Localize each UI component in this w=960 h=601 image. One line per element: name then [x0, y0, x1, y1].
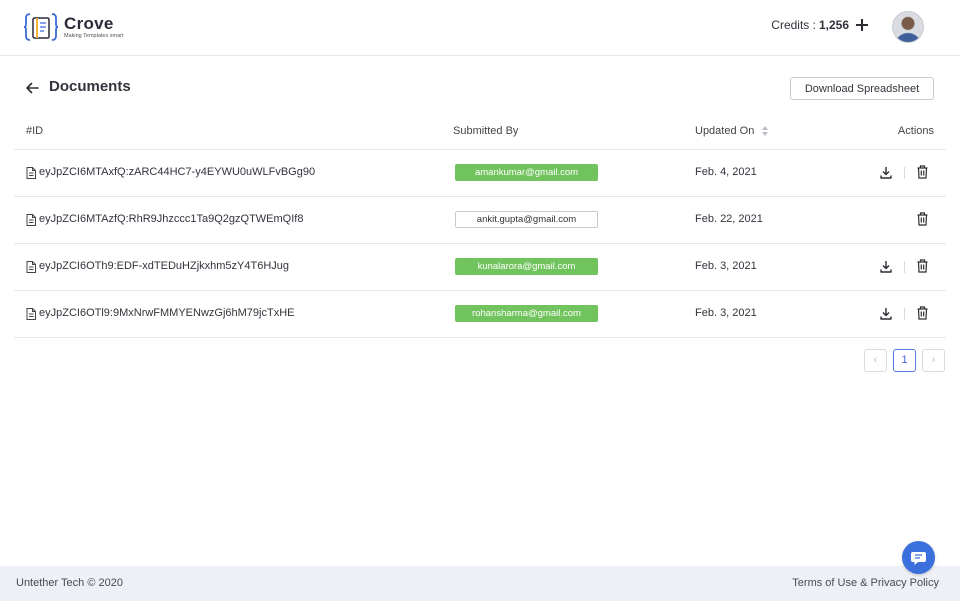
table-row: eyJpZCI6OTh9:EDF-xdTEDuHZjkxhm5zY4T6HJug…	[14, 244, 946, 291]
document-icon	[26, 214, 36, 226]
trash-icon[interactable]	[917, 212, 928, 226]
footer-copyright: Untether Tech © 2020	[16, 577, 123, 589]
column-header-updated-on-label: Updated On	[695, 125, 755, 137]
submitter-email-badge: rohansharma@gmail.com	[455, 305, 598, 322]
document-icon	[26, 261, 36, 273]
pagination-next-button[interactable]: ›	[922, 349, 945, 372]
download-icon[interactable]	[880, 166, 892, 179]
document-icon	[26, 167, 36, 179]
pagination-page-1[interactable]: 1	[893, 349, 916, 372]
submitter-email-badge: ankit.gupta@gmail.com	[455, 211, 598, 228]
table-row: eyJpZCI6OTl9:9MxNrwFMMYENwzGj6hM79jcTxHE…	[14, 291, 946, 338]
submitter-email-badge: kunalarora@gmail.com	[455, 258, 598, 275]
document-icon	[26, 308, 36, 320]
updated-date: Feb. 4, 2021	[695, 166, 757, 178]
plus-icon[interactable]	[855, 18, 869, 32]
action-divider	[904, 308, 905, 320]
column-header-id: #ID	[26, 125, 44, 137]
footer-terms-link[interactable]: Terms of Use & Privacy Policy	[792, 577, 939, 589]
chat-icon	[911, 552, 926, 565]
footer: Untether Tech © 2020 Terms of Use & Priv…	[0, 566, 960, 601]
trash-icon[interactable]	[917, 165, 928, 179]
column-header-actions: Actions	[897, 125, 934, 137]
table-row: eyJpZCI6MTAxfQ:zARC44HC7-y4EYWU0uWLFvBGg…	[14, 150, 946, 197]
table-row: eyJpZCI6MTAzfQ:RhR9Jhzccc1Ta9Q2gzQTWEmQI…	[14, 197, 946, 244]
download-icon[interactable]	[880, 307, 892, 320]
updated-date: Feb. 3, 2021	[695, 307, 757, 319]
credits-label: Credits :	[771, 18, 816, 32]
brand-logo[interactable]: Crove Making Templates smart	[24, 10, 124, 44]
column-header-submitted-by: Submitted By	[453, 125, 519, 137]
credits: Credits : 1,256	[771, 18, 869, 32]
action-divider	[904, 261, 905, 273]
updated-date: Feb. 3, 2021	[695, 260, 757, 272]
sort-icon[interactable]	[762, 125, 769, 137]
document-id-link[interactable]: eyJpZCI6MTAzfQ:RhR9Jhzccc1Ta9Q2gzQTWEmQI…	[39, 213, 303, 225]
chat-widget-button[interactable]	[902, 541, 935, 574]
trash-icon[interactable]	[917, 306, 928, 320]
download-spreadsheet-button[interactable]: Download Spreadsheet	[790, 77, 934, 100]
column-header-updated-on[interactable]: Updated On	[695, 125, 769, 137]
crove-book-logo-icon	[24, 13, 58, 41]
credits-value: 1,256	[818, 18, 849, 32]
action-divider	[904, 167, 905, 179]
top-header: Crove Making Templates smart Credits : 1…	[0, 0, 960, 56]
page-title: Documents	[49, 78, 131, 95]
document-id-link[interactable]: eyJpZCI6OTl9:9MxNrwFMMYENwzGj6hM79jcTxHE	[39, 307, 294, 319]
document-id-link[interactable]: eyJpZCI6MTAxfQ:zARC44HC7-y4EYWU0uWLFvBGg…	[39, 166, 315, 178]
arrow-left-icon[interactable]	[24, 80, 40, 96]
document-id-link[interactable]: eyJpZCI6OTh9:EDF-xdTEDuHZjkxhm5zY4T6HJug	[39, 260, 289, 272]
table-header: #ID Submitted By Updated On Actions	[14, 118, 946, 150]
download-icon[interactable]	[880, 260, 892, 273]
pagination-prev-button[interactable]: ‹	[864, 349, 887, 372]
submitter-email-badge: amankumar@gmail.com	[455, 164, 598, 181]
trash-icon[interactable]	[917, 259, 928, 273]
avatar[interactable]	[892, 11, 924, 43]
brand-tagline: Making Templates smart	[64, 33, 124, 39]
updated-date: Feb. 22, 2021	[695, 213, 763, 225]
brand-name: Crove	[64, 14, 114, 33]
